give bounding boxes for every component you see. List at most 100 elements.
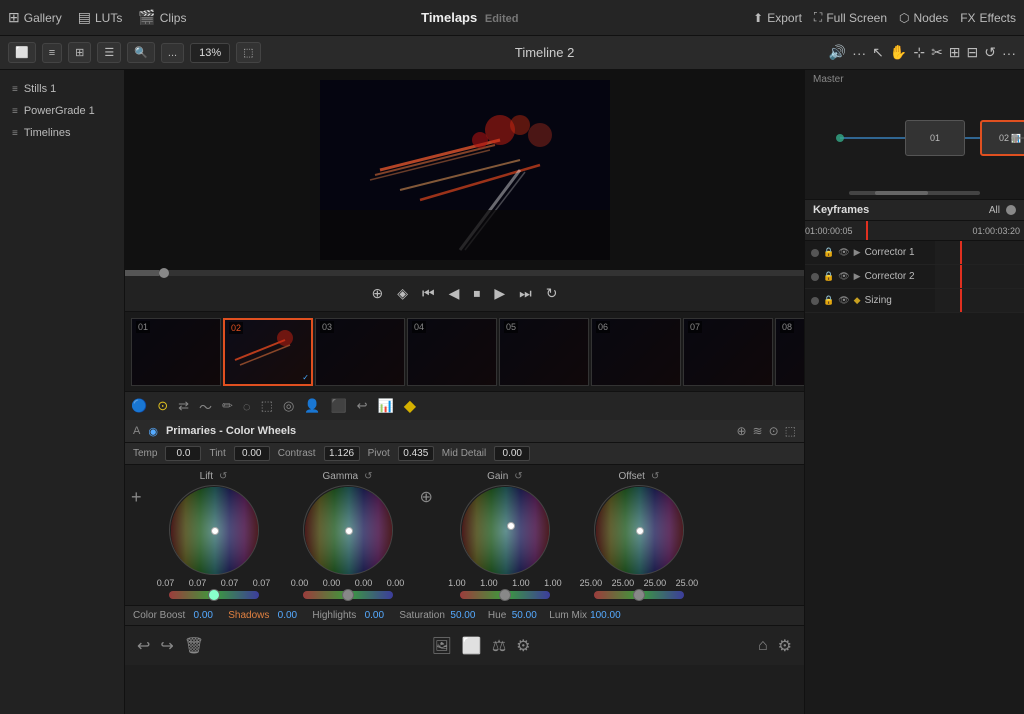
film-clip-05[interactable]: 05 <box>499 318 589 386</box>
film-clip-03[interactable]: 03 <box>315 318 405 386</box>
tool-waveform-icon[interactable]: 〜 <box>199 397 212 416</box>
multicam-icon[interactable]: ⊟ <box>967 44 979 61</box>
gamma-reset-btn[interactable]: ↺ <box>364 471 372 482</box>
nav-export[interactable]: ⬆ Export <box>753 11 802 25</box>
list-view-btn[interactable]: ≡ <box>42 43 62 63</box>
mid-detail-value[interactable]: 0.00 <box>494 446 530 461</box>
highlights-value[interactable]: 0.00 <box>359 610 389 621</box>
panel-scope-icon[interactable]: ⊙ <box>769 424 779 438</box>
transport-fastfwd-icon[interactable]: ⏭ <box>516 282 535 305</box>
nav-nodes[interactable]: ⬡ Nodes <box>899 11 948 25</box>
progress-bar[interactable] <box>125 270 804 276</box>
undo-nav-icon[interactable]: ↺ <box>984 44 996 61</box>
transport-prev-icon[interactable]: ◀ <box>446 282 463 305</box>
tool-composite-icon[interactable]: ⬛ <box>330 398 346 414</box>
visibility3-icon[interactable]: 👁 <box>838 295 849 306</box>
transport-rewind-icon[interactable]: ⏮ <box>419 282 438 305</box>
film-clip-04[interactable]: 04 <box>407 318 497 386</box>
grid-view-btn[interactable]: ⊞ <box>68 42 91 63</box>
film-clip-06[interactable]: 06 <box>591 318 681 386</box>
tool-qualify-icon[interactable]: ◌ <box>243 399 251 414</box>
audio-icon[interactable]: 🔊 <box>829 44 846 61</box>
search-btn[interactable]: 🔍 <box>127 42 155 63</box>
hue-value[interactable]: 50.00 <box>509 610 539 621</box>
tool-stabilize-icon[interactable]: ↩ <box>357 398 368 414</box>
hand-icon[interactable]: ✋ <box>890 44 907 61</box>
timeline-icon[interactable]: ⬜ <box>462 636 482 656</box>
tint-value[interactable]: 0.00 <box>234 446 270 461</box>
list-btn[interactable]: ☰ <box>97 42 121 63</box>
more-btn[interactable]: ... <box>161 43 184 63</box>
visibility2-icon[interactable]: 👁 <box>838 271 849 282</box>
tool-window-icon[interactable]: ⬚ <box>261 398 273 414</box>
corrector1-expand-icon[interactable]: ▶ <box>854 247 861 258</box>
panel-expand-icon[interactable]: ⬚ <box>785 424 796 438</box>
tool-track-icon[interactable]: ◎ <box>283 398 294 414</box>
temp-value[interactable]: 0.0 <box>165 446 201 461</box>
node-01[interactable]: 01 <box>905 120 965 156</box>
film-clip-01[interactable]: 01 <box>131 318 221 386</box>
node-02[interactable]: 02 📊 <box>980 120 1024 156</box>
saturation-value[interactable]: 50.00 <box>448 610 478 621</box>
nav-clips[interactable]: 🎬 Clips <box>138 9 186 26</box>
lock2-icon[interactable]: 🔒 <box>823 271 834 282</box>
settings-btn[interactable]: ⚙ <box>778 636 792 656</box>
tool-chart-icon[interactable]: 📊 <box>378 398 394 414</box>
more3-icon[interactable]: ··· <box>1002 45 1016 61</box>
colorwheel-icon[interactable]: ⚙ <box>516 636 530 656</box>
panel-mode-a-btn[interactable]: A <box>133 425 140 437</box>
panel-waveform-icon[interactable]: ≋ <box>753 424 763 438</box>
gamma-wheel[interactable] <box>303 485 393 575</box>
nav-luts[interactable]: ▤ LUTs <box>78 9 123 26</box>
kf-all-label[interactable]: All <box>989 205 1000 216</box>
sidebar-item-powergrade[interactable]: ≡ PowerGrade 1 <box>0 100 124 122</box>
zoom-fit-btn[interactable]: ⬚ <box>236 42 260 63</box>
lift-reset-btn[interactable]: ↺ <box>219 471 227 482</box>
home-btn[interactable]: ⌂ <box>758 637 768 655</box>
gain-wheel[interactable] <box>460 485 550 575</box>
panel-mode-b-btn[interactable]: ◉ <box>148 425 158 438</box>
offset-wheel[interactable] <box>594 485 684 575</box>
shadows-value[interactable]: 0.00 <box>272 610 302 621</box>
transport-sync-icon[interactable]: ⊕ <box>368 282 386 305</box>
progress-indicator[interactable] <box>159 268 169 278</box>
tool-eyedropper-icon[interactable]: 🔵 <box>131 398 147 414</box>
lock3-icon[interactable]: 🔒 <box>823 295 834 306</box>
gain-reset-btn[interactable]: ↺ <box>514 471 522 482</box>
visibility-icon[interactable]: 👁 <box>838 247 849 258</box>
lum-mix-value[interactable]: 100.00 <box>590 610 621 621</box>
sizing-expand-icon[interactable]: ◆ <box>854 295 861 306</box>
select-icon[interactable]: ⊹ <box>913 44 925 61</box>
redo-btn[interactable]: ↪ <box>160 636 173 656</box>
contrast-value[interactable]: 1.126 <box>324 446 360 461</box>
lift-wheel[interactable] <box>169 485 259 575</box>
transport-stop-icon[interactable]: ⏹ <box>470 282 483 305</box>
undo-btn[interactable]: ↩ <box>137 636 150 656</box>
transport-loop-icon[interactable]: ↻ <box>543 282 561 305</box>
nav-gallery[interactable]: ⊞ Gallery <box>8 9 62 26</box>
viewer-icon[interactable]: 🖼 <box>432 636 452 656</box>
sidebar-item-timelines[interactable]: ≡ Timelines <box>0 122 124 144</box>
transport-play-icon[interactable]: ▶ <box>491 282 508 305</box>
gain-slider-dot[interactable] <box>499 589 511 601</box>
cursor-icon[interactable]: ↖ <box>872 44 884 61</box>
film-clip-08[interactable]: 08 <box>775 318 804 386</box>
blade-icon[interactable]: ✂ <box>931 44 943 61</box>
tool-sync-icon[interactable]: ⇄ <box>178 398 189 414</box>
film-clip-07[interactable]: 07 <box>683 318 773 386</box>
panel-toggle-btn[interactable]: ⬜ <box>8 42 36 63</box>
node-scrollbar[interactable] <box>849 191 980 195</box>
fullview-icon[interactable]: ⊞ <box>949 44 961 61</box>
transport-layers-icon[interactable]: ◈ <box>394 282 411 305</box>
keyframe-add-icon[interactable]: ⊕ <box>736 424 746 438</box>
tool-diamond-icon[interactable]: ◆ <box>404 396 416 416</box>
tool-pencil-icon[interactable]: ✏ <box>222 398 233 414</box>
color-boost-value[interactable]: 0.00 <box>188 610 218 621</box>
nav-fullscreen[interactable]: ⛶ Full Screen <box>814 10 887 25</box>
offset-slider-dot[interactable] <box>633 589 645 601</box>
tool-circle-icon[interactable]: ⊙ <box>157 398 168 414</box>
add-node-btn[interactable]: + <box>131 471 142 508</box>
offset-slider[interactable] <box>594 591 684 599</box>
lock-icon[interactable]: 🔒 <box>823 247 834 258</box>
film-clip-02[interactable]: 02 ✓ <box>223 318 313 386</box>
